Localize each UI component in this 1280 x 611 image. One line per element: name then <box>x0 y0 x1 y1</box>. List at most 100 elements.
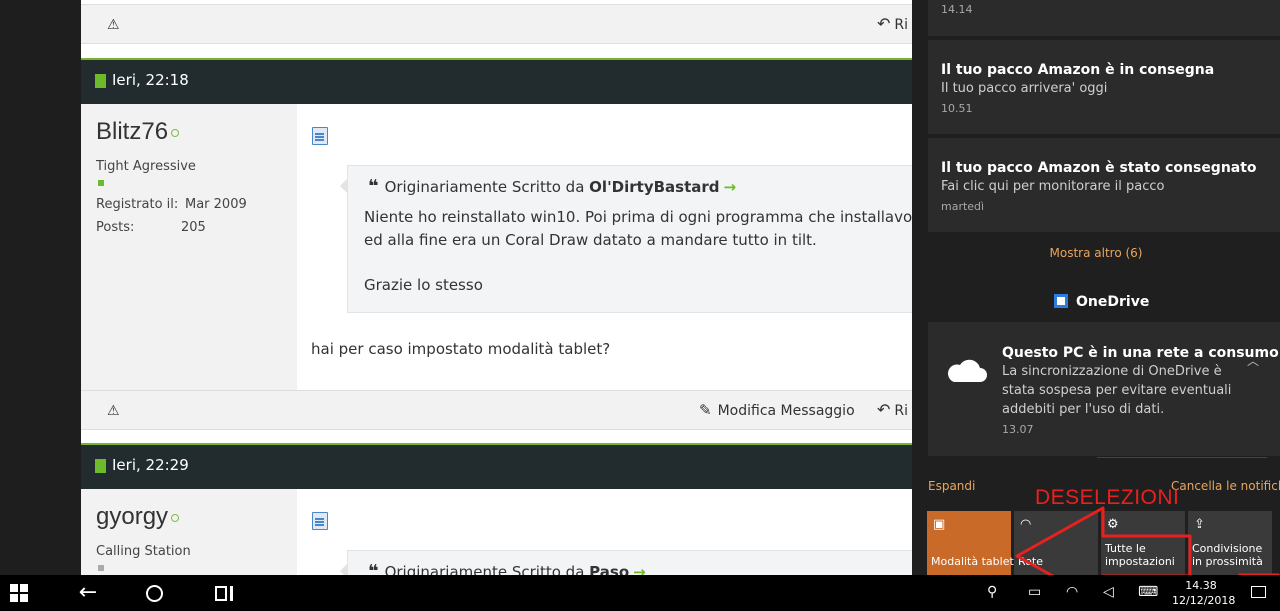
posts-value: 205 <box>181 220 206 235</box>
notification-time: martedì <box>941 200 985 213</box>
username-text[interactable]: gyorgy <box>96 503 168 530</box>
post-footer: ⚠ ✎ Modifica Messaggio ↶ Ri <box>81 390 921 430</box>
post-date: Ieri, 22:29 <box>112 456 189 474</box>
tile-nearby-sharing[interactable]: ⇪ Condivisione in prossimità <box>1188 511 1272 575</box>
quote-author[interactable]: Ol'DirtyBastard <box>589 178 719 196</box>
action-center-button[interactable] <box>1242 575 1276 611</box>
post-header: Ieri, 22:29 <box>81 443 921 489</box>
post-status-icon <box>95 74 106 88</box>
user-panel: Blitz76 Tight Agressive Registrato il: M… <box>81 104 297 391</box>
goto-post-icon[interactable]: → <box>724 178 737 196</box>
reply-button[interactable]: ↶ Ri <box>877 400 908 419</box>
wifi-icon[interactable]: ◠ <box>1066 584 1078 600</box>
reply-icon: ↶ <box>877 14 891 33</box>
user-panel: gyorgy Calling Station <box>81 489 297 575</box>
user-rank: Tight Agressive <box>96 159 196 174</box>
quote-line: Grazie lo stesso <box>364 276 483 294</box>
posts-row: Posts: 205 <box>96 220 206 235</box>
user-rank: Calling Station <box>96 544 191 559</box>
notification-body: La sincronizzazione di OneDrive è <box>1002 364 1222 379</box>
registered-row: Registrato il: Mar 2009 <box>96 197 247 212</box>
notification-time: 10.51 <box>941 102 973 115</box>
goto-post-icon[interactable]: → <box>633 563 646 575</box>
registered-value: Mar 2009 <box>185 197 247 212</box>
tile-all-settings[interactable]: ⚙ Tutte le impostazioni <box>1101 511 1185 575</box>
edit-message-button[interactable]: ✎ Modifica Messaggio <box>699 401 855 419</box>
notification-card[interactable]: 14.14 <box>928 0 1280 36</box>
back-button[interactable]: ← <box>72 575 104 611</box>
message-icon <box>312 127 328 145</box>
clock[interactable]: 14.38 12/12/2018 <box>1172 578 1235 608</box>
tile-network[interactable]: ◠ Rete <box>1014 511 1098 575</box>
task-view-button[interactable] <box>206 575 242 611</box>
network-icon: ◠ <box>1020 517 1032 532</box>
report-icon[interactable]: ⚠ <box>107 403 123 419</box>
notification-body: stata sospesa per evitare eventuali <box>1002 383 1232 398</box>
notification-time: 13.07 <box>1002 423 1034 436</box>
action-center: 14.14 Il tuo pacco Amazon è in consegna … <box>912 0 1280 575</box>
username-text[interactable]: Blitz76 <box>96 118 168 145</box>
tile-tablet-mode[interactable]: ▣ Modalità tablet <box>927 511 1014 575</box>
task-view-icon <box>215 586 227 601</box>
cortana-icon <box>146 585 163 602</box>
tile-label: Rete <box>1018 555 1043 568</box>
cortana-button[interactable] <box>138 575 170 611</box>
tile-label: Modalità tablet <box>931 555 1014 568</box>
tablet-mode-icon: ▣ <box>933 517 946 532</box>
quote-block: ❝ Originariamente Scritto da Paso → <box>340 550 921 575</box>
username[interactable]: gyorgy <box>96 503 180 531</box>
onedrive-app-icon <box>1054 294 1068 308</box>
forum-thread: ⚠ ↶ Ri Ieri, 22:18 Blitz76 Tight Agressiv… <box>81 0 921 575</box>
share-icon: ⇪ <box>1194 517 1205 532</box>
quote-header: ❝ Originariamente Scritto da Ol'DirtyBast… <box>368 176 736 197</box>
quote-icon: ❝ <box>368 561 379 575</box>
post-date: Ieri, 22:18 <box>112 71 189 89</box>
notification-title: Questo PC è in una rete a consumo <box>1002 345 1279 361</box>
posts-label: Posts: <box>96 220 135 235</box>
notification-title: Il tuo pacco Amazon è in consegna <box>941 62 1215 78</box>
clock-time: 14.38 <box>1185 579 1217 592</box>
notification-body: Il tuo pacco arrivera' oggi <box>941 81 1108 96</box>
tile-label: Tutte le impostazioni <box>1105 542 1175 568</box>
notification-card[interactable]: Il tuo pacco Amazon è stato consegnato F… <box>928 138 1280 232</box>
reply-button[interactable]: ↶ Ri <box>877 14 908 33</box>
expand-link[interactable]: Espandi <box>928 479 975 493</box>
quote-prefix: Originariamente Scritto da <box>384 178 585 196</box>
quote-line: Niente ho reinstallato win10. Poi prima … <box>364 208 921 226</box>
quote-icon: ❝ <box>368 176 379 197</box>
notification-time: 14.14 <box>941 3 973 16</box>
people-icon[interactable]: ⚲ <box>987 584 997 600</box>
online-status-icon <box>171 514 180 522</box>
registered-label: Registrato il: <box>96 197 179 212</box>
show-more-link[interactable]: Mostra altro (6) <box>912 246 1280 260</box>
volume-icon[interactable]: ◁ <box>1103 584 1114 600</box>
onedrive-notification[interactable]: ︿ Questo PC è in una rete a consumo La s… <box>928 322 1280 456</box>
notification-body: Fai clic qui per monitorare il pacco <box>941 179 1165 194</box>
clear-notifications-link[interactable]: Cancella le notifiche <box>1171 479 1280 493</box>
notification-card[interactable]: Il tuo pacco Amazon è in consegna Il tuo… <box>928 40 1280 134</box>
back-arrow-icon: ← <box>78 580 98 605</box>
battery-icon[interactable]: ▭ <box>1028 584 1041 600</box>
keyboard-icon[interactable]: ⌨ <box>1138 584 1158 600</box>
reply-label: Ri <box>894 403 909 419</box>
message-icon <box>312 512 328 530</box>
start-button[interactable] <box>0 575 36 611</box>
online-status-icon <box>171 129 180 137</box>
quote-header: ❝ Originariamente Scritto da Paso → <box>368 561 646 575</box>
quote-line: ed alla fine era un Coral Draw datato a … <box>364 231 817 249</box>
notification-body: addebiti per l'uso di dati. <box>1002 402 1165 417</box>
quote-author[interactable]: Paso <box>589 563 629 575</box>
tile-label: Condivisione in prossimità <box>1192 542 1263 568</box>
rank-indicator-icon <box>98 180 104 186</box>
cloud-icon <box>947 359 987 382</box>
quote-prefix: Originariamente Scritto da <box>384 563 585 575</box>
pencil-icon: ✎ <box>699 401 712 419</box>
gear-icon: ⚙ <box>1107 517 1119 532</box>
report-icon[interactable]: ⚠ <box>107 17 123 33</box>
reply-label: Ri <box>894 17 909 33</box>
notification-title: Il tuo pacco Amazon è stato consegnato <box>941 160 1257 176</box>
username[interactable]: Blitz76 <box>96 118 180 146</box>
divider <box>1097 457 1267 458</box>
rank-indicator-icon <box>98 565 104 571</box>
task-view-icon-bar <box>230 586 233 601</box>
